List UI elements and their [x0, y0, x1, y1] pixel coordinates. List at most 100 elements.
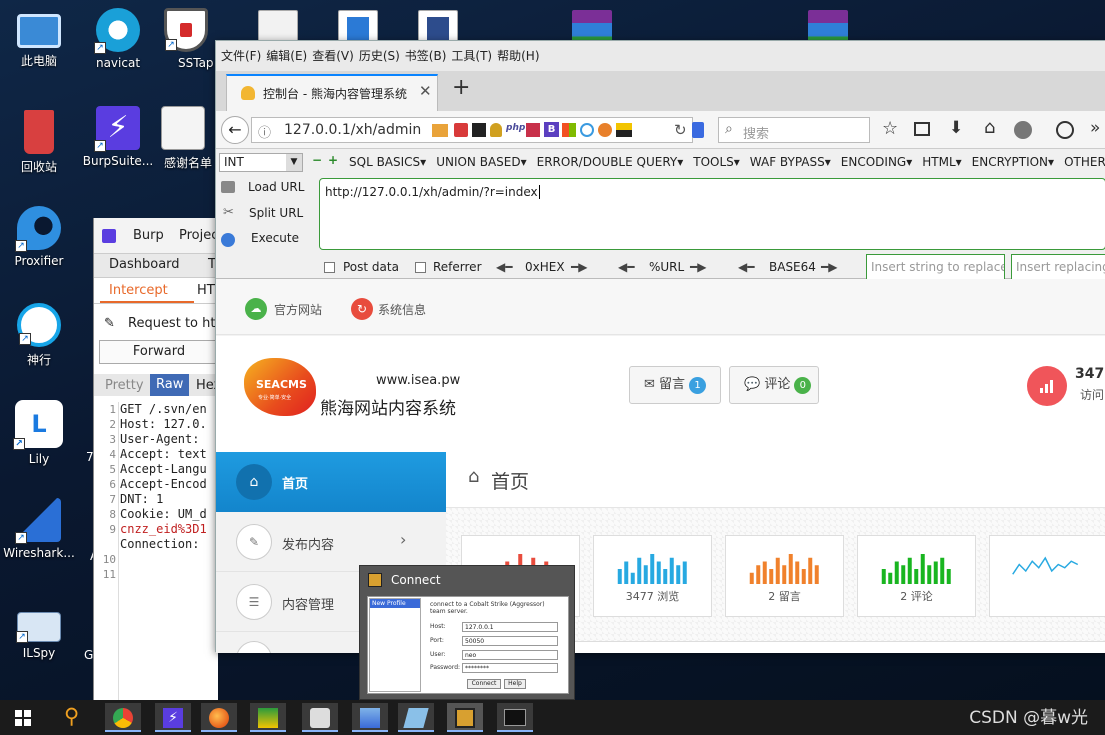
taskbar-app[interactable]	[302, 703, 338, 732]
taskbar-app[interactable]	[398, 703, 434, 732]
desktop-icon-thanks[interactable]: 感谢名单	[150, 106, 216, 171]
desktop-icon-wireshark[interactable]: ↗ Wireshark...	[0, 498, 78, 560]
referrer-checkbox[interactable]	[415, 262, 426, 273]
desktop-icon-recycle-bin[interactable]: 回收站	[0, 110, 78, 175]
desktop-icon-shenxing[interactable]: ↗ 神行	[0, 303, 78, 368]
info-icon[interactable]: ⓘ	[258, 122, 271, 141]
menu-bookmarks[interactable]: 书签(B)	[405, 41, 447, 71]
burp-tab-dashboard[interactable]: Dashboard	[109, 257, 180, 272]
menu-encoding[interactable]: ENCODING▾	[841, 155, 912, 169]
flag-icon[interactable]	[616, 123, 632, 137]
sidebar-item-home[interactable]: ⌂ 首页	[216, 452, 446, 512]
taskbar-cobalt-strike[interactable]	[447, 703, 483, 732]
desktop-icon-navicat[interactable]: ↗ navicat	[79, 8, 157, 70]
search-box[interactable]: ⌕ 搜索	[718, 117, 870, 143]
close-icon[interactable]: ✕	[419, 82, 432, 100]
messages-button[interactable]: ✉ 留言 1	[629, 366, 721, 404]
desktop-icon-burpsuite[interactable]: ⚡ ↗ BurpSuite...	[79, 106, 157, 168]
host-input[interactable]: 127.0.0.1	[462, 622, 558, 632]
menu-html[interactable]: HTML▾	[922, 155, 961, 169]
menu-view[interactable]: 查看(V)	[312, 41, 354, 71]
official-site-link[interactable]: 官方网站	[274, 301, 322, 318]
menu-union-based[interactable]: UNION BASED▾	[436, 155, 526, 169]
taskbar-chrome[interactable]	[105, 703, 141, 732]
desktop-icon-lily[interactable]: L ↗ Lily	[0, 400, 78, 466]
desktop-icon-this-pc[interactable]: 此电脑	[0, 8, 78, 69]
download-arrow-icon[interactable]: ⬇	[949, 118, 963, 138]
taskbar-terminal[interactable]	[497, 703, 533, 732]
load-url-button[interactable]: Load URL	[248, 180, 304, 194]
desktop-icon-sstap[interactable]: ↗ SSTap	[156, 8, 216, 70]
post-data-checkbox[interactable]	[324, 262, 335, 273]
palette-icon[interactable]	[1056, 121, 1074, 139]
burp-subtab-intercept[interactable]: Intercept	[109, 283, 168, 298]
arrow-left-icon[interactable]: ◀━	[618, 260, 634, 274]
menu-waf-bypass[interactable]: WAF BYPASS▾	[750, 155, 831, 169]
system-info-link[interactable]: 系统信息	[378, 301, 426, 318]
back-arrow-icon[interactable]: ←	[221, 116, 249, 144]
execute-button[interactable]: Execute	[251, 231, 299, 245]
menu-error-double-query[interactable]: ERROR/DOUBLE QUERY▾	[537, 155, 684, 169]
desktop-icon-proxifier[interactable]: ↗ Proxifier	[0, 206, 78, 268]
menu-help[interactable]: 帮助(H)	[497, 41, 539, 71]
dev-icon[interactable]	[526, 123, 540, 137]
overflow-icon[interactable]: »	[1090, 118, 1100, 138]
image-icon[interactable]	[472, 123, 486, 137]
replace-string-input[interactable]: Insert string to replace	[866, 254, 1005, 281]
stat-card-views[interactable]: 3477 浏览	[593, 535, 712, 617]
chevron-down-icon[interactable]: ▼	[286, 154, 302, 171]
php-icon[interactable]: php	[506, 123, 525, 133]
user-input[interactable]: neo	[462, 650, 558, 660]
sidebar-item-publish[interactable]: ✎ 发布内容 ›	[216, 513, 446, 572]
tab-console[interactable]: 控制台 - 熊海内容管理系统 ✕	[226, 74, 438, 111]
burp-menu-burp[interactable]: Burp	[133, 228, 164, 243]
home-icon[interactable]	[432, 124, 448, 137]
encoding-select[interactable]: INT ▼	[219, 153, 303, 172]
url-textarea[interactable]: http://127.0.0.1/xh/admin/?r=index	[319, 178, 1105, 250]
menu-history[interactable]: 历史(S)	[359, 41, 400, 71]
stat-card-messages[interactable]: 2 留言	[725, 535, 844, 617]
search-icon[interactable]: ⚲	[64, 704, 79, 728]
forward-button[interactable]: Forward	[99, 340, 219, 364]
menu-edit[interactable]: 编辑(E)	[266, 41, 307, 71]
replacing-string-input[interactable]: Insert replacing	[1011, 254, 1105, 281]
taskbar-burp[interactable]: ⚡	[155, 703, 191, 732]
chevron-right-icon[interactable]: ›	[400, 530, 406, 549]
arrow-left-icon[interactable]: ◀━	[738, 260, 754, 274]
windows-icon[interactable]	[562, 123, 576, 137]
wave-icon[interactable]	[580, 123, 594, 137]
bootstrap-icon[interactable]: B	[544, 122, 559, 137]
windows-start-icon[interactable]	[15, 710, 31, 726]
menu-tools[interactable]: TOOLS▾	[693, 155, 740, 169]
desktop-icon-ilspy[interactable]: ↗ ILSpy	[0, 604, 78, 660]
reload-icon[interactable]: ↻	[674, 121, 687, 139]
connect-button[interactable]: Connect	[467, 679, 501, 689]
url-bar[interactable]: ⓘ 127.0.0.1/xh/admin php B ↻	[251, 117, 693, 143]
star-icon[interactable]: ☆	[882, 118, 898, 139]
profile-item[interactable]: New Profile	[370, 599, 420, 608]
library-icon[interactable]	[914, 122, 930, 136]
cobalt-strike-connect-window[interactable]: Connect New Profile connect to a Cobalt …	[359, 565, 575, 700]
lock-icon[interactable]	[490, 123, 502, 137]
minus-icon[interactable]: −	[312, 153, 322, 167]
split-url-button[interactable]: Split URL	[249, 206, 303, 220]
password-input[interactable]: ********	[462, 663, 558, 673]
menu-tools[interactable]: 工具(T)	[451, 41, 492, 71]
comments-button[interactable]: 💬 评论 0	[729, 366, 819, 404]
menu-file[interactable]: 文件(F)	[221, 41, 261, 71]
stat-card-comments[interactable]: 2 评论	[857, 535, 976, 617]
arrow-right-icon[interactable]: ━▶	[571, 260, 587, 274]
view-tab-pretty[interactable]: Pretty	[105, 378, 144, 393]
view-tab-raw[interactable]: Raw	[150, 374, 190, 396]
arrow-left-icon[interactable]: ◀━	[496, 260, 512, 274]
menu-sql-basics[interactable]: SQL BASICS▾	[349, 155, 426, 169]
menu-encryption[interactable]: ENCRYPTION▾	[972, 155, 1054, 169]
new-tab-plus-icon[interactable]: +	[452, 75, 470, 100]
taskbar-app[interactable]	[250, 703, 286, 732]
home-icon[interactable]: ⌂	[984, 117, 995, 138]
taskbar-firefox[interactable]	[201, 703, 237, 732]
fox-face-icon[interactable]	[598, 123, 612, 137]
feather-icon[interactable]	[454, 123, 468, 137]
globe-icon[interactable]	[1014, 121, 1032, 139]
stat-card-trend[interactable]	[989, 535, 1105, 617]
